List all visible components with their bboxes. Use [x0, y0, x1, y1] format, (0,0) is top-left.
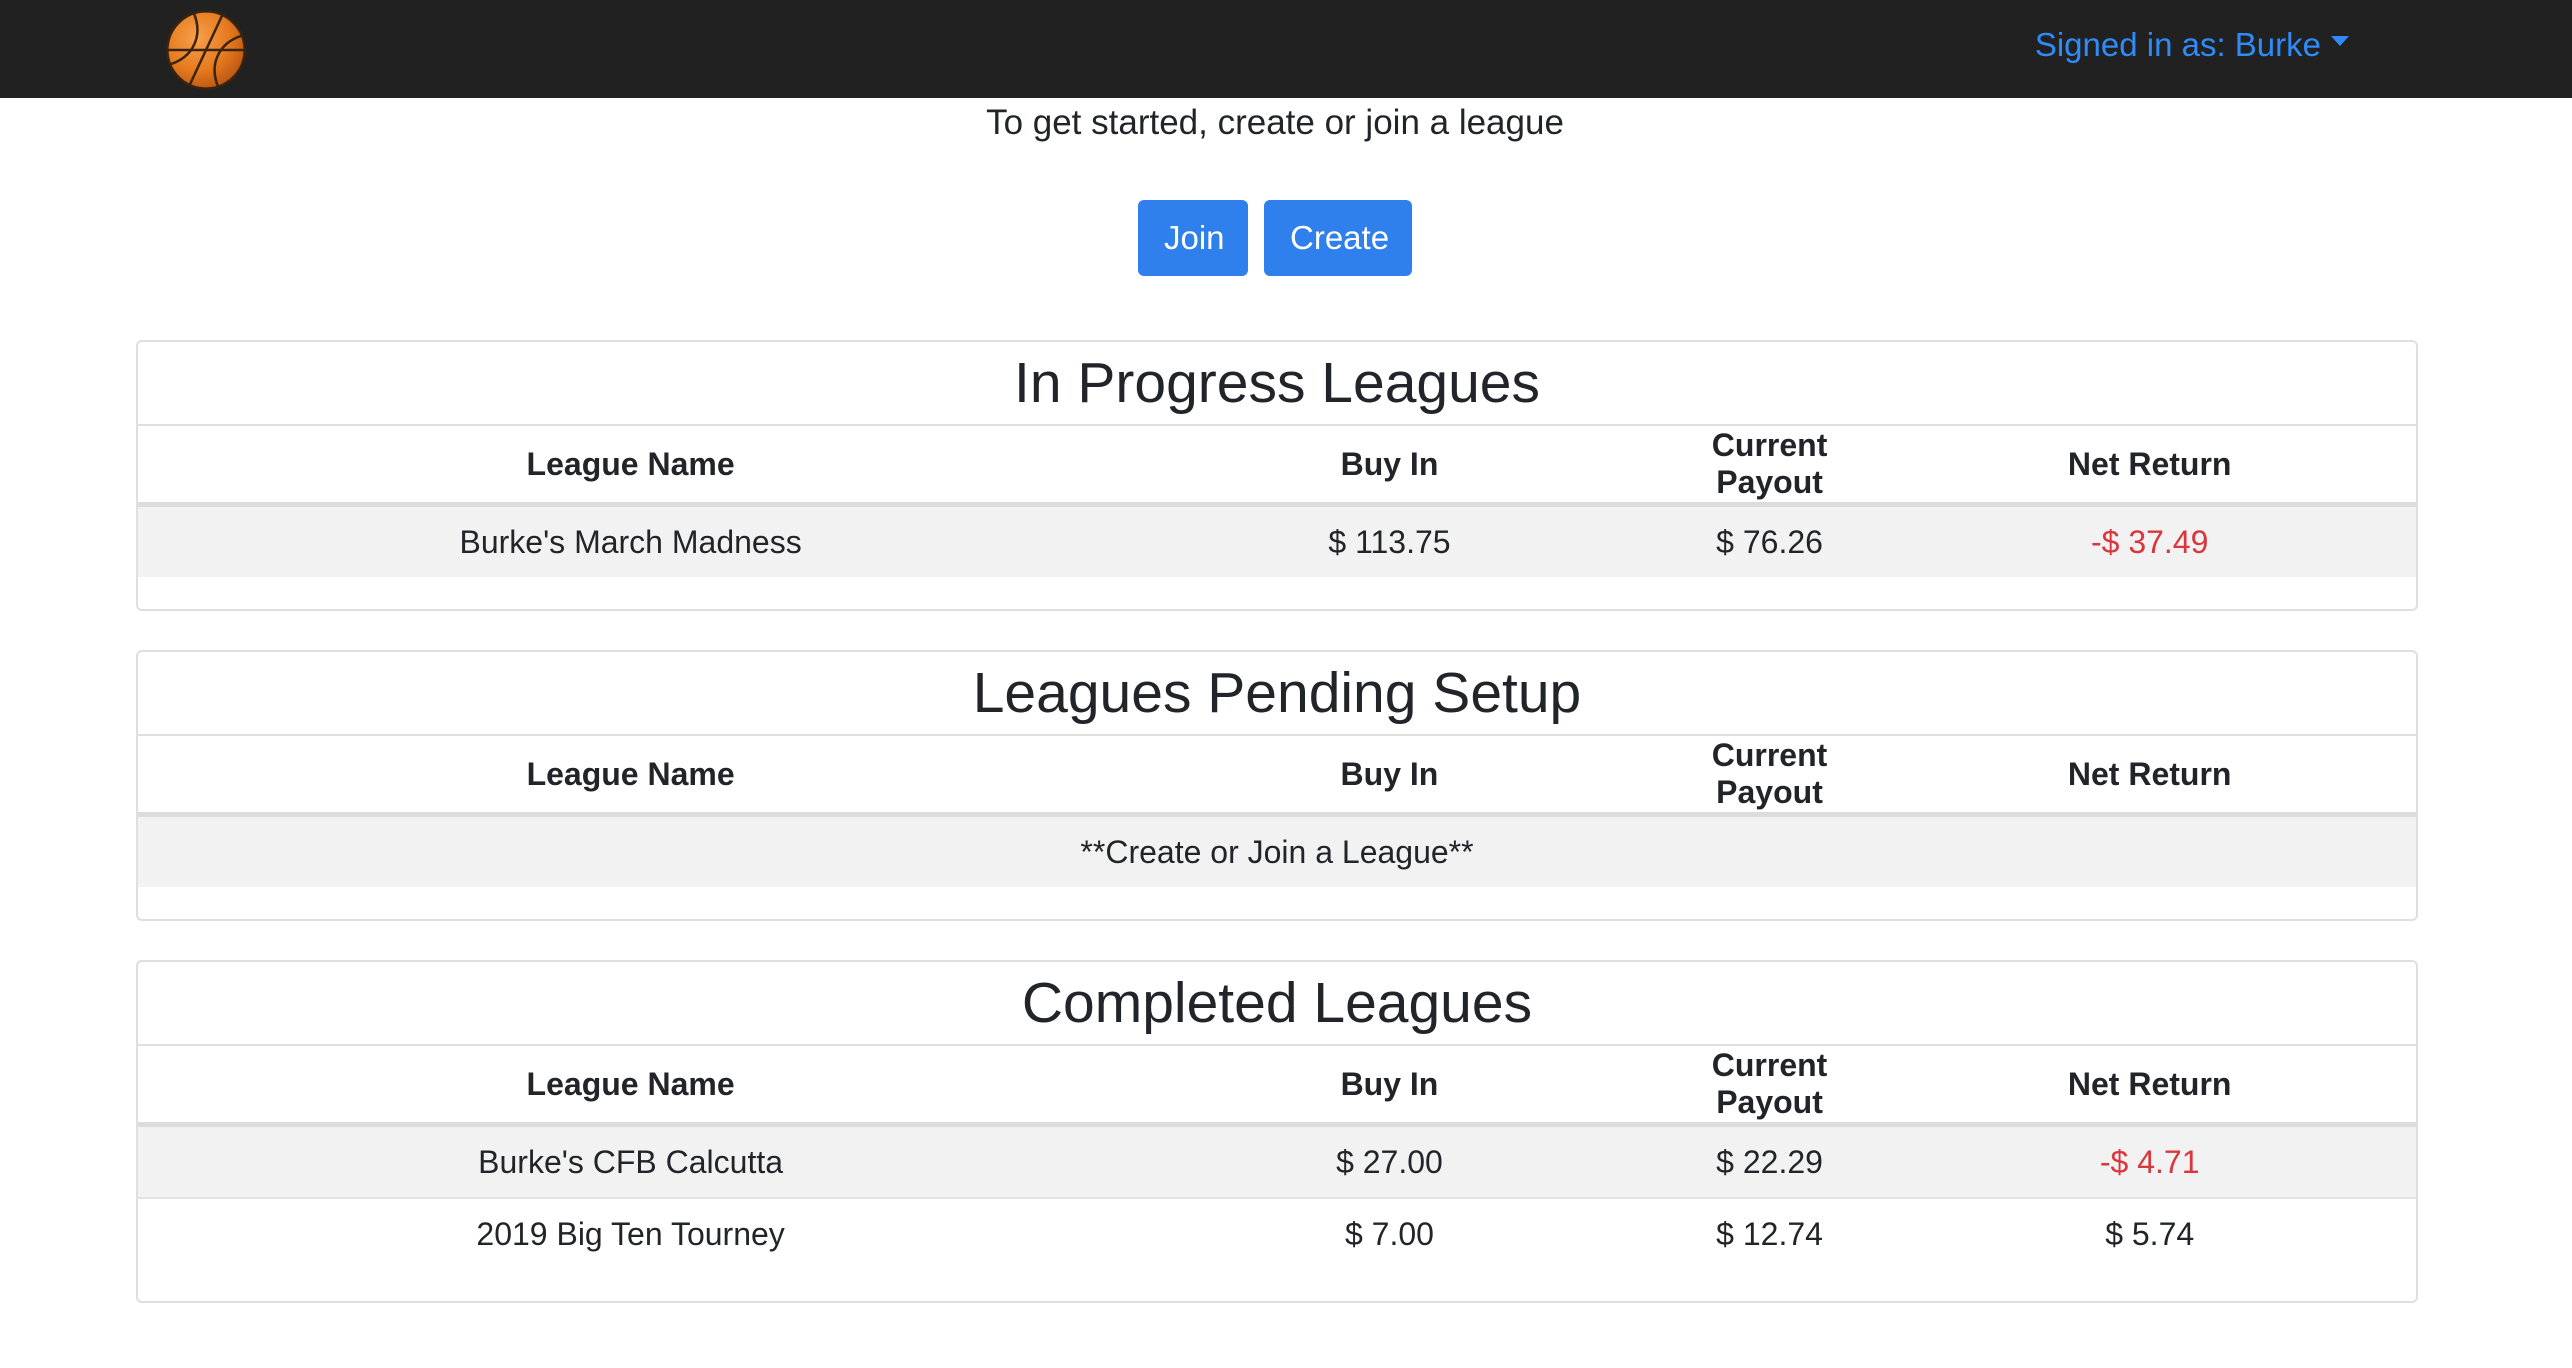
- card-footer-space: [138, 577, 2416, 609]
- table-row[interactable]: Burke's CFB Calcutta $ 27.00 $ 22.29 -$ …: [138, 1124, 2416, 1198]
- column-header-buy-in: Buy In: [1123, 1046, 1656, 1127]
- create-button[interactable]: Create: [1264, 200, 1412, 276]
- chevron-down-icon: [2331, 36, 2349, 46]
- net-return-cell: -$ 37.49: [1883, 504, 2416, 577]
- column-header-net-return: Net Return: [1883, 1046, 2416, 1127]
- basketball-icon[interactable]: [164, 8, 248, 92]
- league-name-cell[interactable]: 2019 Big Ten Tourney: [138, 1197, 1124, 1269]
- current-payout-cell: $ 76.26: [1655, 504, 1884, 577]
- completed-table: League Name Buy In Current Payout Net Re…: [138, 1046, 2416, 1269]
- in-progress-table: League Name Buy In Current Payout Net Re…: [138, 426, 2416, 577]
- empty-state-message: **Create or Join a League**: [138, 814, 2416, 887]
- league-name-cell[interactable]: Burke's March Madness: [138, 504, 1124, 577]
- table-header-row: League Name Buy In Current Payout Net Re…: [138, 1046, 2416, 1127]
- column-header-league-name: League Name: [138, 426, 1124, 507]
- net-return-cell: $ 5.74: [1883, 1197, 2416, 1269]
- card-title: Completed Leagues: [138, 962, 2416, 1046]
- column-header-league-name: League Name: [138, 736, 1124, 817]
- join-button[interactable]: Join: [1138, 200, 1248, 276]
- table-header-row: League Name Buy In Current Payout Net Re…: [138, 426, 2416, 507]
- card-footer-space: [138, 1269, 2416, 1301]
- table-row-empty: **Create or Join a League**: [138, 814, 2416, 887]
- pending-setup-table: League Name Buy In Current Payout Net Re…: [138, 736, 2416, 887]
- action-buttons: Join Create: [0, 200, 2550, 276]
- column-header-buy-in: Buy In: [1123, 736, 1656, 817]
- current-payout-cell: $ 12.74: [1655, 1197, 1884, 1269]
- net-return-cell: -$ 4.71: [1883, 1124, 2416, 1198]
- in-progress-leagues-card: In Progress Leagues League Name Buy In C…: [136, 340, 2418, 611]
- column-header-league-name: League Name: [138, 1046, 1124, 1127]
- pending-setup-leagues-card: Leagues Pending Setup League Name Buy In…: [136, 650, 2418, 921]
- card-title: Leagues Pending Setup: [138, 652, 2416, 736]
- column-header-net-return: Net Return: [1883, 426, 2416, 507]
- table-row[interactable]: 2019 Big Ten Tourney $ 7.00 $ 12.74 $ 5.…: [138, 1197, 2416, 1269]
- current-payout-cell: $ 22.29: [1655, 1124, 1884, 1198]
- user-menu-label: Signed in as: Burke: [2034, 26, 2321, 63]
- buy-in-cell: $ 113.75: [1123, 504, 1656, 577]
- completed-leagues-card: Completed Leagues League Name Buy In Cur…: [136, 960, 2418, 1303]
- user-menu-dropdown[interactable]: Signed in as: Burke: [2035, 26, 2349, 64]
- column-header-buy-in: Buy In: [1123, 426, 1656, 507]
- buy-in-cell: $ 27.00: [1123, 1124, 1656, 1198]
- column-header-current-payout: Current Payout: [1655, 426, 1884, 507]
- buy-in-cell: $ 7.00: [1123, 1197, 1656, 1269]
- column-header-current-payout: Current Payout: [1655, 736, 1884, 817]
- card-title: In Progress Leagues: [138, 342, 2416, 426]
- top-navbar: Signed in as: Burke: [0, 0, 2572, 98]
- intro-text: To get started, create or join a league: [986, 103, 1564, 142]
- table-header-row: League Name Buy In Current Payout Net Re…: [138, 736, 2416, 817]
- table-row[interactable]: Burke's March Madness $ 113.75 $ 76.26 -…: [138, 504, 2416, 577]
- league-name-cell[interactable]: Burke's CFB Calcutta: [138, 1124, 1124, 1198]
- column-header-current-payout: Current Payout: [1655, 1046, 1884, 1127]
- card-footer-space: [138, 887, 2416, 919]
- column-header-net-return: Net Return: [1883, 736, 2416, 817]
